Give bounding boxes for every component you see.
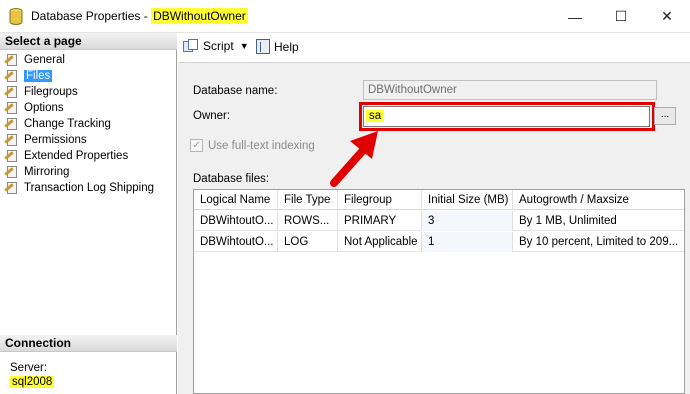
- script-icon: [183, 39, 199, 53]
- page-wrench-icon: [4, 133, 20, 147]
- script-label: Script: [203, 39, 234, 53]
- fulltext-checkbox-row: ✓ Use full-text indexing: [190, 139, 315, 152]
- page-item-extended-properties[interactable]: Extended Properties: [4, 148, 154, 164]
- minimize-button[interactable]: —: [552, 0, 598, 33]
- table-cell[interactable]: By 1 MB, Unlimited: [513, 211, 684, 231]
- owner-label: Owner:: [193, 110, 231, 122]
- page-wrench-icon: [4, 69, 20, 83]
- page-item-label: Extended Properties: [24, 150, 129, 162]
- page-item-label: Permissions: [24, 134, 87, 146]
- window-title-db: DBWithoutOwner: [151, 8, 248, 24]
- maximize-icon: ☐: [614, 8, 628, 24]
- maximize-button[interactable]: ☐: [598, 0, 644, 33]
- owner-value: sa: [366, 110, 385, 122]
- table-cell[interactable]: DBWihtoutO...: [194, 232, 278, 252]
- page-item-permissions[interactable]: Permissions: [4, 132, 154, 148]
- database-icon: [9, 8, 23, 25]
- owner-field[interactable]: sa: [363, 106, 650, 127]
- table-cell[interactable]: By 10 percent, Limited to 209...: [513, 232, 684, 252]
- page-item-label: Mirroring: [24, 166, 70, 178]
- page-item-mirroring[interactable]: Mirroring: [4, 164, 154, 180]
- annotation-arrow-icon: [330, 131, 378, 187]
- browse-owner-button[interactable]: ...: [654, 107, 676, 125]
- page-list: General Files Filegroups Options Change …: [4, 52, 154, 196]
- column-header[interactable]: Initial Size (MB): [422, 190, 513, 210]
- page-item-transaction-log-shipping[interactable]: Transaction Log Shipping: [4, 180, 154, 196]
- window-title: Database Properties - DBWithoutOwner: [31, 8, 248, 24]
- server-value: sql2008: [10, 376, 55, 388]
- table-cell[interactable]: DBWihtoutO...: [194, 211, 278, 231]
- database-files-label: Database files:: [193, 173, 270, 185]
- page-wrench-icon: [4, 85, 20, 99]
- table-cell[interactable]: Not Applicable: [338, 232, 422, 252]
- page-item-label: Change Tracking: [24, 118, 111, 130]
- page-wrench-icon: [4, 149, 20, 163]
- page-item-general[interactable]: General: [4, 52, 154, 68]
- chevron-down-icon[interactable]: ▼: [240, 41, 249, 51]
- database-name-field: DBWithoutOwner: [363, 80, 657, 100]
- close-icon: ✕: [661, 8, 673, 24]
- page-item-label: Transaction Log Shipping: [24, 182, 154, 194]
- minimize-icon: —: [568, 8, 582, 25]
- script-button[interactable]: Script ▼: [183, 39, 249, 53]
- connection-header: Connection: [0, 335, 177, 352]
- page-wrench-icon: [4, 53, 20, 67]
- page-wrench-icon: [4, 101, 20, 115]
- column-header[interactable]: Logical Name: [194, 190, 278, 210]
- table-row[interactable]: DBWihtoutO... LOG Not Applicable 1 By 10…: [194, 232, 684, 252]
- help-button[interactable]: Help: [256, 39, 299, 54]
- database-files-grid: Logical Name File Type Filegroup Initial…: [193, 189, 685, 394]
- table-cell[interactable]: LOG: [278, 232, 338, 252]
- column-header[interactable]: Filegroup: [338, 190, 422, 210]
- server-label: Server:: [10, 362, 48, 374]
- fulltext-label: Use full-text indexing: [208, 139, 315, 152]
- help-book-icon: [256, 39, 270, 54]
- database-name-label: Database name:: [193, 85, 278, 97]
- select-page-header: Select a page: [0, 33, 177, 50]
- table-cell[interactable]: 1: [422, 232, 513, 252]
- page-item-files[interactable]: Files: [4, 68, 154, 84]
- table-cell[interactable]: 3: [422, 211, 513, 231]
- page-item-options[interactable]: Options: [4, 100, 154, 116]
- table-cell[interactable]: PRIMARY: [338, 211, 422, 231]
- page-item-label: General: [24, 54, 65, 66]
- page-item-label: Files: [24, 70, 53, 82]
- toolbar: Script ▼ Help: [178, 33, 690, 63]
- fulltext-checkbox: ✓: [190, 139, 203, 152]
- grid-header-row: Logical Name File Type Filegroup Initial…: [194, 190, 684, 210]
- page-wrench-icon: [4, 165, 20, 179]
- page-item-change-tracking[interactable]: Change Tracking: [4, 116, 154, 132]
- page-wrench-icon: [4, 117, 20, 131]
- title-bar: Database Properties - DBWithoutOwner — ☐…: [0, 0, 690, 33]
- column-header[interactable]: File Type: [278, 190, 338, 210]
- left-panel: Select a page General Files Filegroups O…: [0, 33, 177, 394]
- page-item-label: Filegroups: [24, 86, 78, 98]
- table-row[interactable]: DBWihtoutO... ROWS... PRIMARY 3 By 1 MB,…: [194, 211, 684, 231]
- column-header[interactable]: Autogrowth / Maxsize: [513, 190, 684, 210]
- properties-panel: Script ▼ Help Database name: DBWithoutOw…: [178, 33, 690, 394]
- page-item-filegroups[interactable]: Filegroups: [4, 84, 154, 100]
- window-title-prefix: Database Properties -: [31, 9, 152, 23]
- close-button[interactable]: ✕: [644, 0, 690, 33]
- table-cell[interactable]: ROWS...: [278, 211, 338, 231]
- page-wrench-icon: [4, 181, 20, 195]
- help-label: Help: [274, 39, 299, 54]
- page-item-label: Options: [24, 102, 64, 114]
